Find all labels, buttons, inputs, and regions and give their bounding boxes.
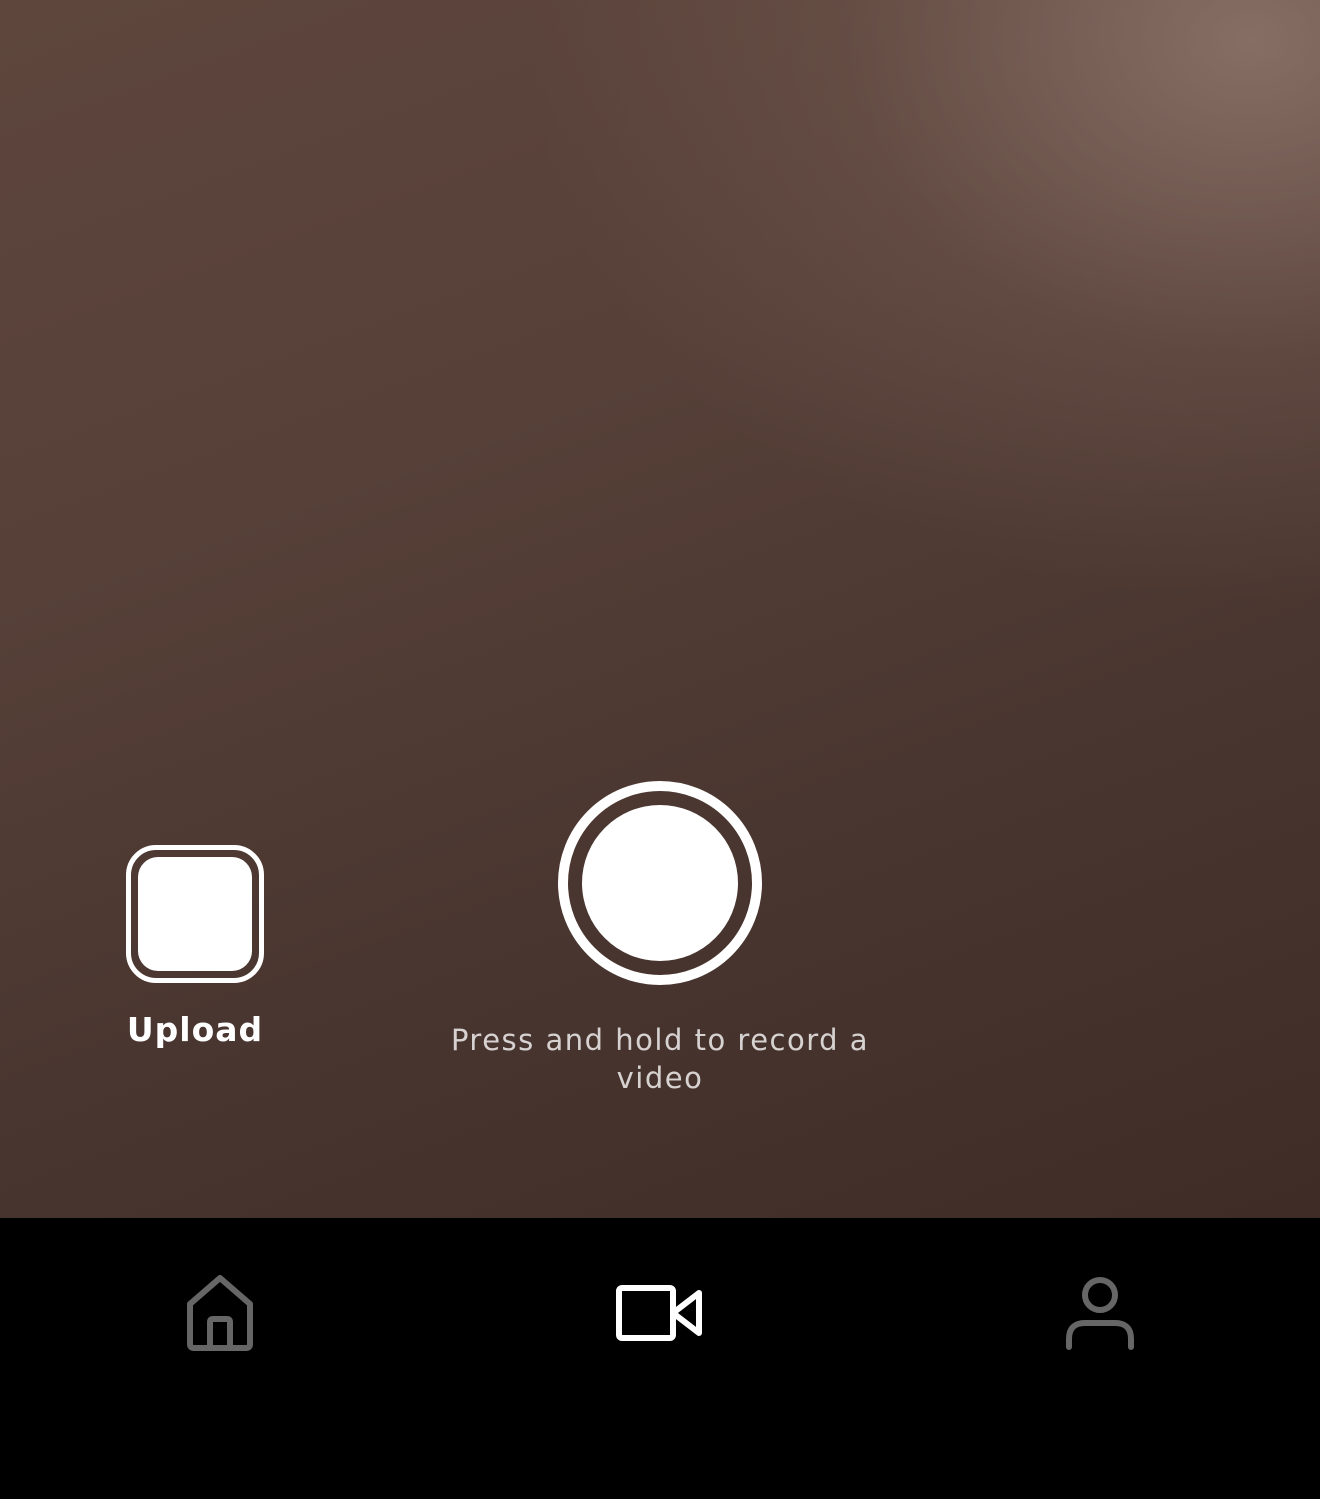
record-button[interactable] [558,781,762,985]
home-icon [187,1275,253,1351]
upload-button[interactable] [126,845,264,983]
tab-record[interactable] [600,1258,720,1368]
tab-profile[interactable] [1040,1258,1160,1368]
upload-label: Upload [126,1010,264,1049]
person-icon [1066,1277,1134,1350]
video-camera-icon [616,1285,702,1341]
record-hint-text: Press and hold to record a video [450,1023,870,1095]
tab-home[interactable] [160,1258,280,1368]
upload-thumbnail [138,857,252,971]
record-button-inner [582,805,738,961]
camera-screen: Upload Press and hold to record a video [0,0,1320,1499]
